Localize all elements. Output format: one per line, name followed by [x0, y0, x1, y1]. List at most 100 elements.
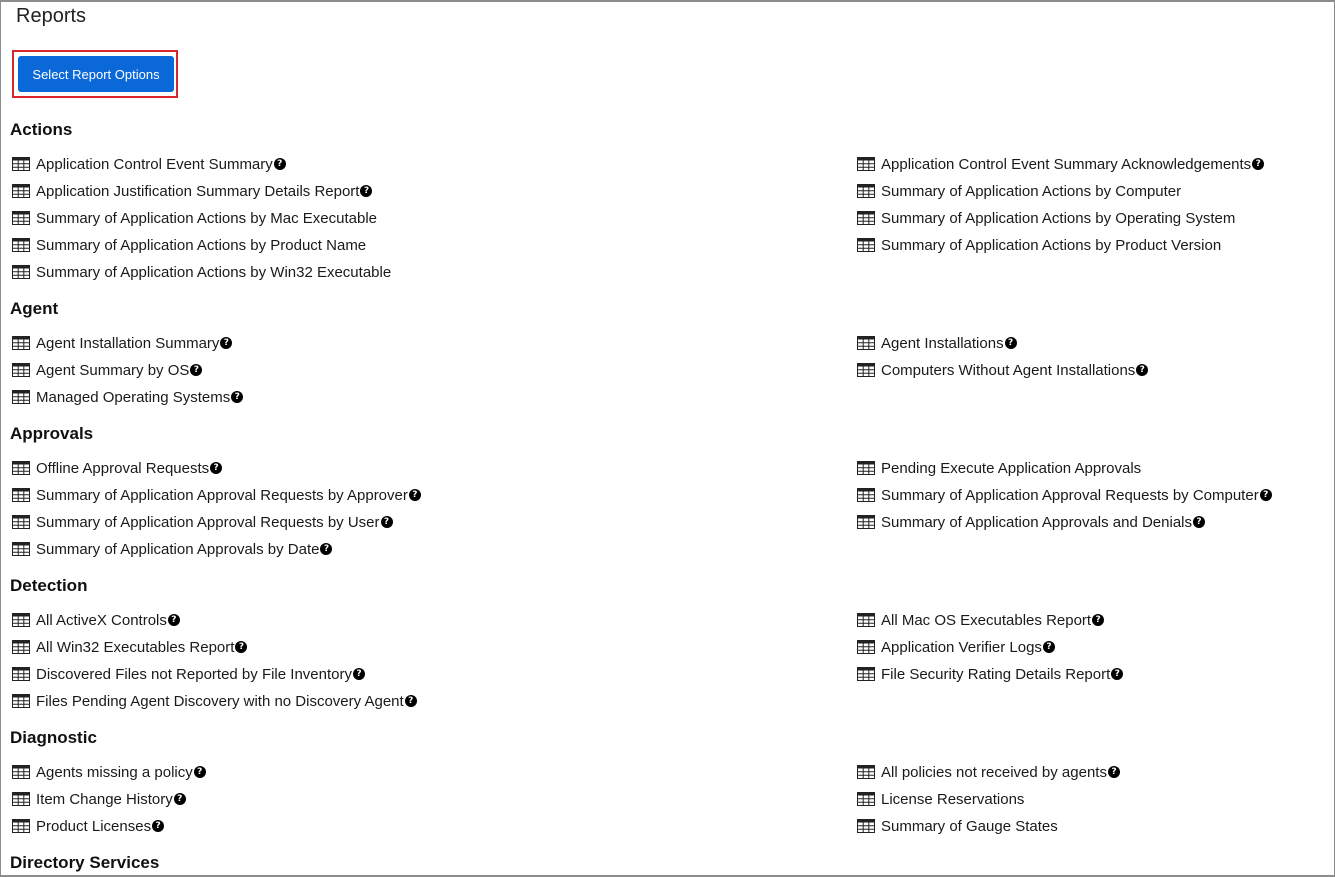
- table-grid-icon: [857, 819, 875, 833]
- report-link-summary-of-application-actions-by-computer[interactable]: Summary of Application Actions by Comput…: [857, 180, 1181, 202]
- table-grid-icon: [857, 211, 875, 225]
- table-grid-icon: [857, 640, 875, 654]
- report-link-offline-approval-requests[interactable]: Offline Approval Requests?: [12, 457, 223, 479]
- report-link-summary-of-application-approvals-by-date[interactable]: Summary of Application Approvals by Date…: [12, 538, 333, 560]
- table-grid-icon: [12, 694, 30, 708]
- question-circle-icon[interactable]: ?: [380, 516, 393, 528]
- question-circle-icon[interactable]: ?: [173, 793, 186, 805]
- table-grid-icon: [857, 792, 875, 806]
- report-link-all-win32-executables-report[interactable]: All Win32 Executables Report?: [12, 636, 248, 658]
- report-link-summary-of-application-approval-requests-by-approver[interactable]: Summary of Application Approval Requests…: [12, 484, 421, 506]
- question-circle-icon[interactable]: ?: [1004, 337, 1017, 349]
- report-label: Item Change History: [36, 790, 173, 808]
- report-link-all-activex-controls[interactable]: All ActiveX Controls?: [12, 609, 180, 631]
- table-grid-icon: [12, 819, 30, 833]
- table-grid-icon: [12, 238, 30, 252]
- section-title-directory-services: Directory Services: [10, 853, 160, 872]
- report-link-discovered-files-not-reported-by-file-inventory[interactable]: Discovered Files not Reported by File In…: [12, 663, 365, 685]
- report-link-summary-of-application-actions-by-mac-executable[interactable]: Summary of Application Actions by Mac Ex…: [12, 207, 377, 229]
- select-report-options-button[interactable]: Select Report Options: [18, 56, 174, 92]
- question-circle-icon[interactable]: ?: [360, 185, 373, 197]
- question-circle-icon[interactable]: ?: [167, 614, 180, 626]
- question-circle-icon[interactable]: ?: [210, 462, 223, 474]
- section-title-actions: Actions: [10, 120, 73, 139]
- table-grid-icon: [12, 336, 30, 350]
- question-circle-icon[interactable]: ?: [352, 668, 365, 680]
- question-circle-icon[interactable]: ?: [235, 641, 248, 653]
- question-circle-icon[interactable]: ?: [404, 695, 417, 707]
- table-grid-icon: [857, 336, 875, 350]
- report-label: Files Pending Agent Discovery with no Di…: [36, 692, 404, 710]
- table-grid-icon: [857, 184, 875, 198]
- question-circle-icon[interactable]: ?: [408, 489, 421, 501]
- report-link-agent-installation-summary[interactable]: Agent Installation Summary?: [12, 332, 233, 354]
- question-circle-icon[interactable]: ?: [1259, 489, 1272, 501]
- table-grid-icon: [857, 488, 875, 502]
- question-circle-icon[interactable]: ?: [320, 543, 333, 555]
- report-link-pending-execute-application-approvals[interactable]: Pending Execute Application Approvals: [857, 457, 1141, 479]
- table-grid-icon: [12, 667, 30, 681]
- question-circle-icon[interactable]: ?: [220, 337, 233, 349]
- report-link-summary-of-application-approval-requests-by-user[interactable]: Summary of Application Approval Requests…: [12, 511, 393, 533]
- table-grid-icon: [12, 765, 30, 779]
- report-link-all-mac-os-executables-report[interactable]: All Mac OS Executables Report?: [857, 609, 1105, 631]
- report-label: Pending Execute Application Approvals: [881, 459, 1142, 477]
- report-label: Application Control Event Summary: [36, 155, 273, 173]
- question-circle-icon[interactable]: ?: [273, 158, 286, 170]
- report-link-summary-of-application-approval-requests-by-computer[interactable]: Summary of Application Approval Requests…: [857, 484, 1272, 506]
- report-link-computers-without-agent-installations[interactable]: Computers Without Agent Installations?: [857, 359, 1149, 381]
- question-circle-icon[interactable]: ?: [231, 391, 244, 403]
- report-link-application-justification-summary-details-report[interactable]: Application Justification Summary Detail…: [12, 180, 373, 202]
- report-label: Summary of Gauge States: [881, 817, 1058, 835]
- report-label: Summary of Application Approvals and Den…: [881, 513, 1193, 531]
- report-link-agent-summary-by-os[interactable]: Agent Summary by OS?: [12, 359, 203, 381]
- report-link-product-licenses[interactable]: Product Licenses?: [12, 815, 165, 837]
- report-link-application-control-event-summary[interactable]: Application Control Event Summary?: [12, 153, 286, 175]
- question-circle-icon[interactable]: ?: [190, 364, 203, 376]
- report-link-file-security-rating-details-report[interactable]: File Security Rating Details Report?: [857, 663, 1124, 685]
- report-link-summary-of-application-actions-by-product-version[interactable]: Summary of Application Actions by Produc…: [857, 234, 1221, 256]
- report-label: Computers Without Agent Installations: [881, 361, 1136, 379]
- report-label: Application Control Event Summary Acknow…: [881, 155, 1252, 173]
- report-link-application-control-event-summary-acknowledgements[interactable]: Application Control Event Summary Acknow…: [857, 153, 1265, 175]
- report-link-license-reservations[interactable]: License Reservations: [857, 788, 1024, 810]
- report-link-files-pending-agent-discovery-with-no-discovery-agent[interactable]: Files Pending Agent Discovery with no Di…: [12, 690, 417, 712]
- report-label: Application Verifier Logs: [881, 638, 1042, 656]
- section-title-agent: Agent: [10, 299, 59, 318]
- table-grid-icon: [857, 667, 875, 681]
- question-circle-icon[interactable]: ?: [1042, 641, 1055, 653]
- question-circle-icon[interactable]: ?: [152, 820, 165, 832]
- question-circle-icon[interactable]: ?: [1136, 364, 1149, 376]
- report-link-summary-of-gauge-states[interactable]: Summary of Gauge States: [857, 815, 1058, 837]
- report-link-managed-operating-systems[interactable]: Managed Operating Systems?: [12, 386, 244, 408]
- question-circle-icon[interactable]: ?: [1252, 158, 1265, 170]
- report-label: Summary of Application Actions by Produc…: [36, 236, 367, 254]
- report-link-summary-of-application-actions-by-product-name[interactable]: Summary of Application Actions by Produc…: [12, 234, 366, 256]
- report-link-summary-of-application-actions-by-win32-executable[interactable]: Summary of Application Actions by Win32 …: [12, 261, 391, 283]
- report-link-summary-of-application-actions-by-operating-system[interactable]: Summary of Application Actions by Operat…: [857, 207, 1235, 229]
- table-grid-icon: [12, 542, 30, 556]
- report-link-agents-missing-a-policy[interactable]: Agents missing a policy?: [12, 761, 206, 783]
- question-circle-icon[interactable]: ?: [1111, 668, 1124, 680]
- question-circle-icon[interactable]: ?: [193, 766, 206, 778]
- report-label: Summary of Application Actions by Comput…: [881, 182, 1182, 200]
- report-label: Summary of Application Actions by Win32 …: [36, 263, 392, 281]
- report-label: Summary of Application Actions by Mac Ex…: [36, 209, 378, 227]
- report-label: All ActiveX Controls: [36, 611, 167, 629]
- report-link-agent-installations[interactable]: Agent Installations?: [857, 332, 1017, 354]
- table-grid-icon: [857, 157, 875, 171]
- report-link-summary-of-application-approvals-and-denials[interactable]: Summary of Application Approvals and Den…: [857, 511, 1206, 533]
- table-grid-icon: [12, 211, 30, 225]
- question-circle-icon[interactable]: ?: [1193, 516, 1206, 528]
- question-circle-icon[interactable]: ?: [1107, 766, 1120, 778]
- report-link-all-policies-not-received-by-agents[interactable]: All policies not received by agents?: [857, 761, 1120, 783]
- question-circle-icon[interactable]: ?: [1092, 614, 1105, 626]
- report-label: Summary of Application Approval Requests…: [36, 486, 408, 504]
- report-link-application-verifier-logs[interactable]: Application Verifier Logs?: [857, 636, 1055, 658]
- report-label: Summary of Application Approval Requests…: [881, 486, 1259, 504]
- report-label: Summary of Application Approvals by Date: [36, 540, 320, 558]
- report-label: Agent Installations: [881, 334, 1004, 352]
- report-label: Application Justification Summary Detail…: [36, 182, 360, 200]
- table-grid-icon: [12, 488, 30, 502]
- report-link-item-change-history[interactable]: Item Change History?: [12, 788, 186, 810]
